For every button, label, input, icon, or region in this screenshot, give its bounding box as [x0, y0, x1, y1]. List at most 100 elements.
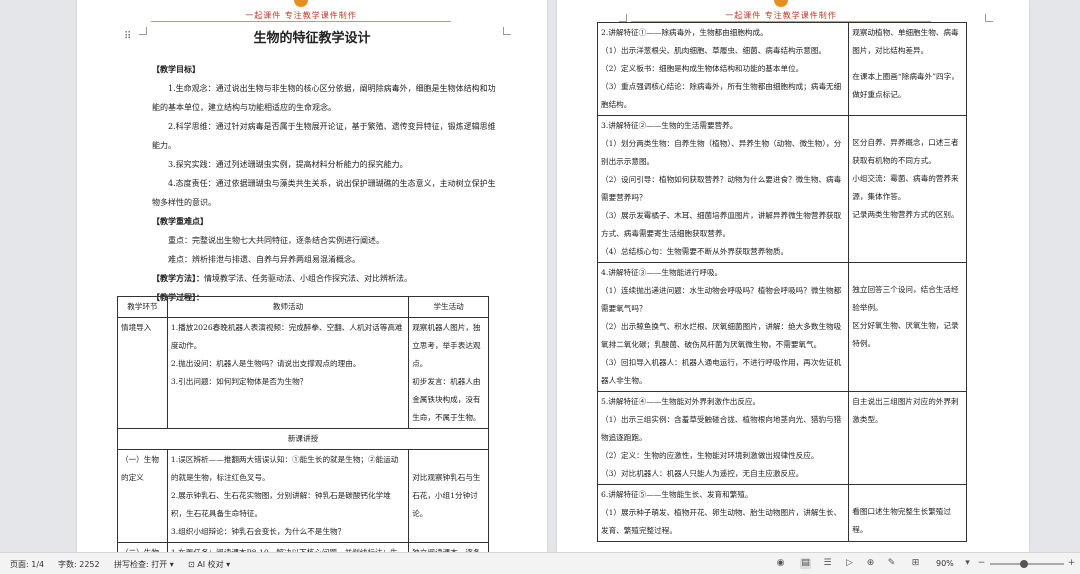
cell-line: （2）定义板书：细胞是构成生物体结构和功能的基本单位。 — [601, 64, 804, 73]
table-cell: （二）生物的特征 — [117, 542, 168, 552]
cell-line: （1）出示洋葱根尖、肌肉细胞、草履虫、细菌、病毒结构示意图。 — [601, 46, 827, 55]
table-cell: 1.布置任务：阅读课本P8-10，解决以下核心问题，并划线标注：生物的有哪些共同… — [166, 542, 410, 552]
cell-line: （3）回扣导入机器人：机器人通电运行，不进行呼吸作用，再次佐证机器人非生物。 — [601, 358, 842, 385]
table-row: 情境导入 1.播放2026春晚机器人表演视频：完成醉拳、空翻、人机对话等高难度动… — [117, 317, 489, 429]
paragraph: 难点：辨析排泄与排遗、自养与异养两组易混淆概念。 — [168, 255, 360, 264]
cell-line: （1）展示种子萌发、植物开花、卵生动物、胎生动物图片，讲解生长、发育、繁殖完整过… — [601, 508, 842, 535]
document-page-1: 一起课件 专注教学课件制作 ⠿ 生物的特征教学设计 【教学目标】 1.生命观念：… — [77, 0, 547, 552]
cell-line: 区分自养、异养概念，口述三者获取有机物的不同方式。 — [852, 138, 959, 165]
page-corner-mark — [985, 14, 993, 22]
table-cell: 6.讲解特征⑤——生物能生长、发育和繁殖。 （1）展示种子萌发、植物开花、卵生动… — [596, 484, 850, 542]
zoom-in-icon[interactable]: + — [1066, 558, 1077, 569]
document-page-2: 一起课件 专注教学课件制作 2.讲解特征①——除病毒外，生物都由细胞构成。 （1… — [557, 0, 1029, 552]
document-title: 生物的特征教学设计 — [253, 31, 371, 46]
outline-view-icon[interactable]: ☰ — [822, 558, 833, 569]
cell-line: 3.组织小组辩论：钟乳石会变长，为什么不是生物？ — [170, 527, 346, 536]
cell-line: （3）对比机器人：机器人只能人为遥控，无自主应激反应。 — [601, 469, 804, 478]
paragraph: 2.科学思维：通过针对病毒是否属于生物展开论证，基于繁殖、遗传变异特征，锻炼逻辑… — [152, 122, 496, 150]
table-cell: 1.播放2026春晚机器人表演视频：完成醉拳、空翻、人机对话等高难度动作。 2.… — [166, 317, 410, 429]
cell-line: 初步发言：机器人由金属铁块构成，没有生命，不属于生物。 — [412, 377, 481, 422]
table-row: （二）生物的特征 1.布置任务：阅读课本P8-10，解决以下核心问题，并划线标注… — [117, 542, 489, 552]
eye-protection-icon[interactable]: ◉ — [775, 558, 786, 569]
brand-logo-icon — [294, 0, 308, 7]
process-table-continued: 2.讲解特征①——除病毒外，生物都由细胞构成。 （1）出示洋葱根尖、肌肉细胞、草… — [596, 22, 967, 542]
page-view-icon[interactable]: ▤ — [800, 558, 811, 569]
spell-check-toggle[interactable]: 拼写检查: 打开 ▾ — [114, 559, 174, 570]
zoom-level[interactable]: 90% — [936, 559, 954, 568]
zoom-slider[interactable] — [990, 560, 1064, 568]
table-cell: 独立回答三个设问，结合生活经验举例。 区分好氧生物、厌氧生物，记录特例。 — [848, 262, 967, 392]
section-heading: 【教学重难点】 — [152, 217, 208, 226]
cell-line: 6.讲解特征⑤——生物能生长、发育和繁殖。 — [601, 490, 753, 499]
table-cell: 情境导入 — [117, 317, 168, 429]
cell-line: （3）展示发霉橘子、木耳、细菌培养皿图片，讲解异养微生物营养获取方式、病毒需要寄… — [601, 211, 842, 238]
column-header: 学生活动 — [408, 296, 489, 318]
zoom-slider-handle[interactable] — [1019, 560, 1028, 568]
table-span-cell: 新课讲授 — [117, 428, 489, 450]
table-cell: 对比观察钟乳石与生石花，小组1分钟讨论。 — [408, 449, 489, 543]
column-header: 教学环节 — [117, 296, 168, 318]
zoom-out-icon[interactable]: − — [976, 558, 987, 569]
cell-line: 看图口述生物完整生长繁殖过程。 — [852, 507, 951, 534]
page-count[interactable]: 页面: 1/4 — [10, 559, 44, 570]
play-icon[interactable]: ▷ — [844, 558, 855, 569]
ai-proofread-button[interactable]: ⊡ AI 校对 ▾ — [188, 559, 230, 570]
table-cell: 1.误区辨析——推翻两大错误认知：①能生长的就是生物；②能运动的就是生物，标注红… — [166, 449, 410, 543]
table-cell: 自主说出三组图片对应的外界刺激类型。 — [848, 391, 967, 485]
cell-line: （2）出示鲸鱼换气、积水烂根、厌氧细菌图片，讲解：绝大多数生物吸氧排二氧化碳；乳… — [601, 322, 842, 349]
chevron-down-icon: ▾ — [226, 560, 231, 569]
cell-line: 记录两类生物营养方式的区别。 — [852, 210, 959, 219]
cell-line: 观察机器人图片，独立思考，举手表达观点。 — [412, 323, 481, 368]
table-row: 5.讲解特征④——生物能对外界刺激作出反应。 （1）出示三组实例：含羞草受触碰合… — [596, 391, 967, 485]
cell-line: 在课本上圈画“除病毒外”四字，做好重点标记。 — [852, 72, 959, 99]
table-cell: 5.讲解特征④——生物能对外界刺激作出反应。 （1）出示三组实例：含羞草受触碰合… — [596, 391, 850, 485]
table-cell: 独立阅读课本，逐条提取七大特征。 — [408, 542, 489, 552]
spell-check-label: 拼写检查: 打开 — [114, 560, 168, 569]
cell-line: 对比观察钟乳石与生石花，小组1分钟讨论。 — [412, 473, 481, 518]
cell-line: 独立回答三个设问，结合生活经验举例。 — [852, 285, 959, 312]
ai-proofread-label: AI 校对 — [197, 560, 224, 569]
method-line: 【教学方法】：情境教学法、任务驱动法、小组合作探究法、对比辨析法。 — [152, 269, 502, 288]
cell-line: 1.播放2026春晚机器人表演视频：完成醉拳、空翻、人机对话等高难度动作。 — [170, 323, 403, 350]
paragraph: 3.探究实践：通过列述珊瑚虫实例，提高材料分析能力的探究能力。 — [168, 160, 408, 169]
word-count[interactable]: 字数: 2252 — [58, 559, 100, 570]
cell-line: 观察动植物、单细胞生物、病毒图片，对比结构差异。 — [852, 28, 959, 55]
paragraph: 4.态度责任：通过依据珊瑚虫与藻类共生关系，说出保护珊瑚礁的生态意义，主动树立保… — [152, 179, 496, 207]
page-corner-mark — [619, 14, 627, 22]
cell-line: 区分好氧生物、厌氧生物，记录特例。 — [852, 321, 959, 348]
cell-line: （1）出示三组实例：含羞草受触碰合拢、植物根向地茎向光、猎豹与猎物追逐跑跑。 — [601, 415, 842, 442]
fit-page-icon[interactable]: ⊞ — [910, 558, 921, 569]
cell-line: 独立阅读课本，逐条提取七大特征。 — [412, 544, 485, 552]
table-row: 新课讲授 — [117, 428, 489, 450]
cell-line: （3）重点强调核心结论：除病毒外，所有生物都由细胞构成；病毒无细胞结构。 — [601, 82, 842, 109]
cell-line: 1.布置任务：阅读课本P8-10，解决以下核心问题，并划线标注：生物的有哪些共同… — [171, 544, 405, 552]
pen-icon[interactable]: ✎ — [886, 558, 897, 569]
paragraph: 情境教学法、任务驱动法、小组合作探究法、对比辨析法。 — [204, 274, 412, 283]
process-table: 教学环节 教师活动 学生活动 情境导入 1.播放2026春晚机器人表演视频：完成… — [117, 296, 489, 552]
column-header: 教师活动 — [166, 296, 410, 318]
cell-line: 2.讲解特征①——除病毒外，生物都由细胞构成。 — [601, 28, 768, 37]
cell-line: 小组交流：霉菌、病毒的营养来源，集体作答。 — [852, 174, 959, 201]
table-row: 4.讲解特征③——生物能进行呼吸。 （1）连续抛出递进问题：水生动物会呼吸吗？植… — [596, 262, 967, 392]
cell-line: （4）总结核心句：生物需要不断从外界获取营养物质。 — [601, 247, 789, 256]
table-cell: 区分自养、异养概念，口述三者获取有机物的不同方式。 小组交流：霉菌、病毒的营养来… — [848, 115, 967, 263]
table-cell: 4.讲解特征③——生物能进行呼吸。 （1）连续抛出递进问题：水生动物会呼吸吗？植… — [596, 262, 850, 392]
header-text: 一起课件 专注教学课件制作 — [245, 11, 357, 20]
paragraph: 1.生命观念：通过说出生物与非生物的核心区分依据，阐明除病毒外，细胞是生物体结构… — [152, 84, 496, 112]
brand-logo-icon — [774, 0, 788, 7]
table-cell: 观察机器人图片，独立思考，举手表达观点。 初步发言：机器人由金属铁块构成，没有生… — [408, 317, 489, 429]
table-header-row: 教学环节 教师活动 学生活动 — [117, 296, 489, 318]
table-row: 2.讲解特征①——除病毒外，生物都由细胞构成。 （1）出示洋葱根尖、肌肉细胞、草… — [596, 22, 967, 116]
cell-line: 4.讲解特征③——生物能进行呼吸。 — [601, 268, 723, 277]
cell-line: （2）设问引导：植物如何获取营养？动物为什么要进食？微生物、病毒需要营养吗？ — [601, 175, 842, 202]
paragraph: 重点：完整说出生物七大共同特征，逐条结合实例进行阐述。 — [168, 236, 384, 245]
chevron-down-icon[interactable]: ▾ — [962, 558, 973, 569]
document-body: 【教学目标】 1.生命观念：通过说出生物与非生物的核心区分依据，阐明除病毒外，细… — [152, 60, 502, 307]
cell-line: 5.讲解特征④——生物能对外界刺激作出反应。 — [601, 397, 761, 406]
cell-line: 2.抛出设问：机器人是生物吗？请说出支撑观点的理由。 — [170, 359, 361, 368]
table-cell: 3.讲解特征②——生物的生活需要营养。 （1）划分两类生物：自养生物（植物）、异… — [596, 115, 850, 263]
web-view-icon[interactable]: ⊕ — [865, 558, 876, 569]
table-row: 6.讲解特征⑤——生物能生长、发育和繁殖。 （1）展示种子萌发、植物开花、卵生动… — [596, 484, 967, 542]
chevron-down-icon: ▾ — [169, 560, 174, 569]
cell-line: 2.展示钟乳石、生石花实物图，分别讲解：钟乳石是碳酸钙化学堆积，生石花具备生命特… — [170, 491, 391, 518]
